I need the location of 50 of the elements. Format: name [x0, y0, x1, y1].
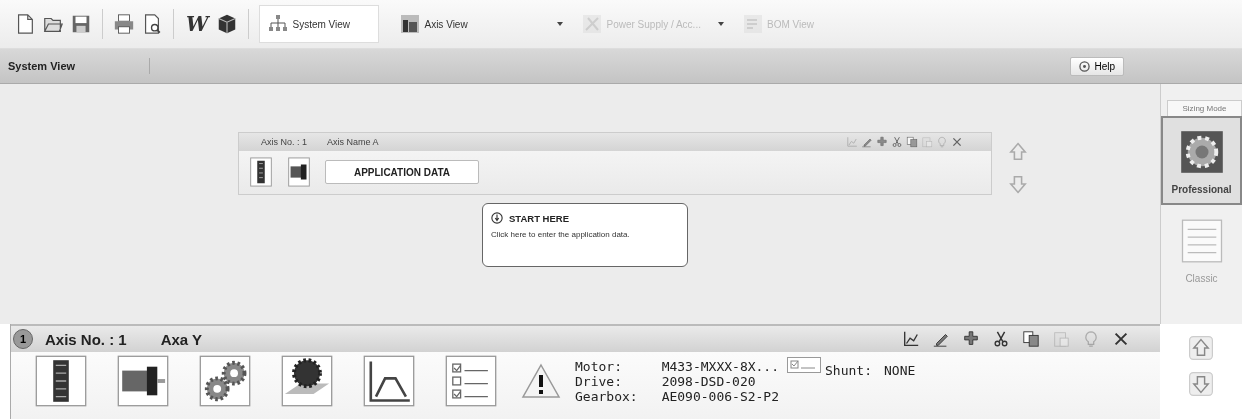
motor-icon[interactable]	[287, 157, 311, 187]
shunt-value: NONE	[884, 363, 916, 378]
help-button[interactable]: Help	[1070, 56, 1124, 76]
tooltip-title: START HERE	[509, 212, 569, 224]
axis-name: Axis Name A	[327, 137, 379, 147]
motion-profile-icon[interactable]	[363, 355, 415, 407]
copy-icon[interactable]	[906, 136, 918, 148]
drive-icon[interactable]	[35, 355, 87, 407]
list-icon	[742, 14, 763, 34]
add-icon[interactable]	[876, 136, 888, 148]
info-label: Gearbox:	[575, 388, 638, 404]
checklist-icon[interactable]	[445, 355, 497, 407]
close-icon[interactable]	[951, 136, 963, 148]
view-tab[interactable]: Axis View	[391, 5, 512, 43]
close-icon[interactable]	[1112, 330, 1130, 348]
shunt-label: Shunt:	[825, 363, 872, 378]
conveyor-icon[interactable]	[281, 355, 333, 407]
chart-icon[interactable]	[902, 330, 920, 348]
axis-badge: 1	[13, 329, 33, 349]
copy-icon[interactable]	[1022, 330, 1040, 348]
info-value: M433-MXXX-8X...	[661, 358, 780, 374]
drive-icon[interactable]	[249, 157, 273, 187]
axis-name: Axa Y	[160, 330, 203, 348]
hierarchy-icon	[268, 14, 289, 34]
info-icon	[491, 212, 503, 224]
dropdown-caret-icon[interactable]	[557, 22, 564, 26]
view-tab[interactable]: System View	[259, 5, 380, 43]
move-down-icon[interactable]	[1189, 372, 1213, 396]
checklist-icon[interactable]	[787, 357, 822, 373]
motor-icon[interactable]	[117, 355, 169, 407]
cut-icon[interactable]	[992, 330, 1010, 348]
word-export-icon[interactable]: W	[184, 12, 211, 36]
info-label: Motor:	[575, 358, 623, 374]
axis-number: Axis No. : 1	[45, 330, 127, 348]
gears-icon[interactable]	[199, 355, 251, 407]
add-icon[interactable]	[962, 330, 980, 348]
info-value: 2098-DSD-020	[661, 373, 757, 389]
panel-title: System View	[8, 60, 76, 72]
sizing-mode-tab[interactable]: Sizing Mode	[1167, 100, 1242, 116]
axis-icon	[400, 14, 421, 34]
sizing-mode-option[interactable]: Professional	[1161, 116, 1242, 205]
info-label: Drive:	[575, 373, 623, 389]
printer-icon[interactable]	[113, 13, 135, 35]
info-value: AE090-006-S2-P2	[661, 388, 780, 404]
axis-number: Axis No. : 1	[261, 137, 307, 147]
warning-icon	[521, 363, 561, 399]
tooltip-text: Click here to enter the application data.	[491, 230, 631, 239]
move-up-icon[interactable]	[1189, 336, 1213, 360]
application-data-button[interactable]: APPLICATION DATA	[325, 160, 479, 184]
save-icon[interactable]	[70, 13, 92, 35]
